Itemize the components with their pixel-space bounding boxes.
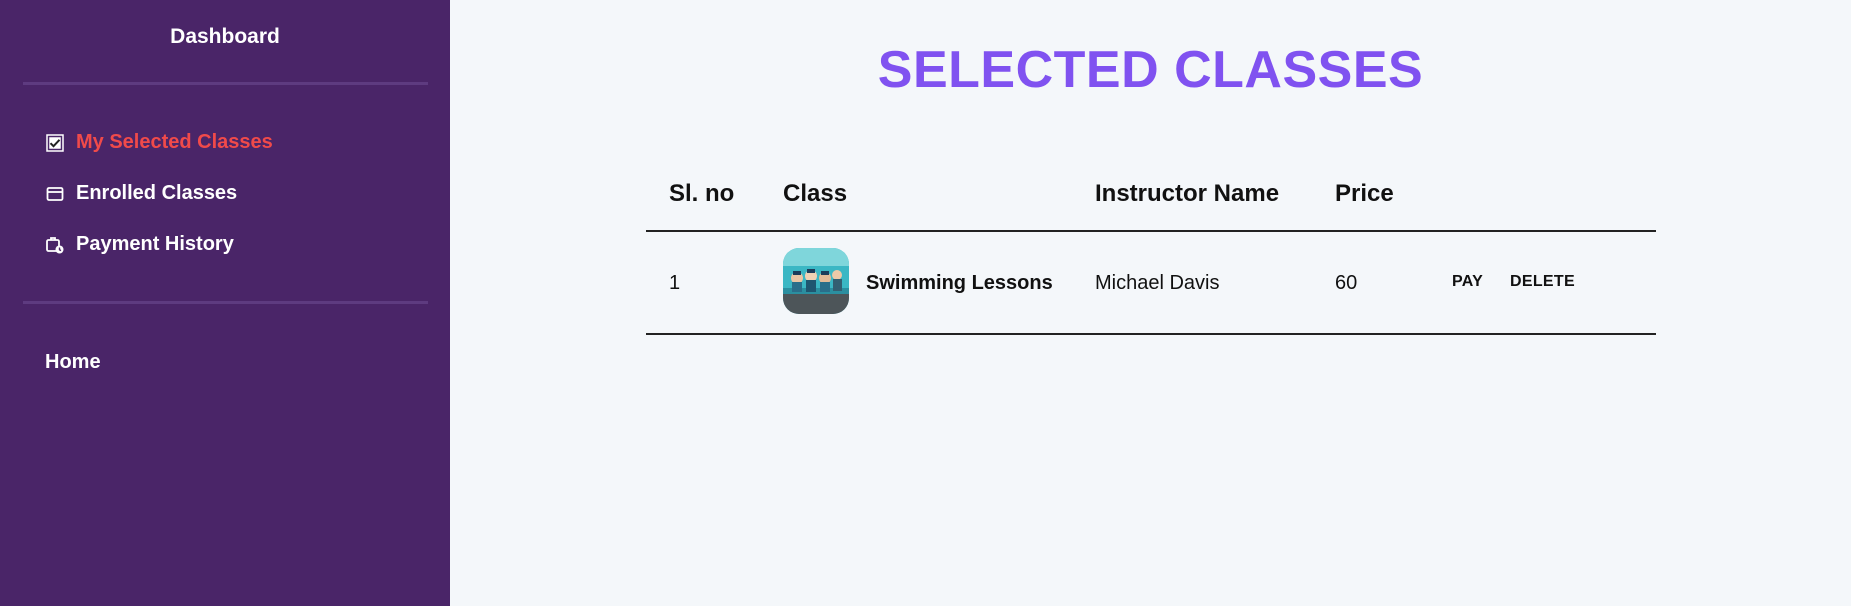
page-title: SELECTED CLASSES	[877, 41, 1424, 99]
sidebar: Dashboard My Selected Classes Enrolled C…	[0, 0, 450, 606]
column-header-instructor-name: Instructor Name	[1095, 180, 1280, 207]
sidebar-title: Dashboard	[170, 25, 280, 48]
sidebar-item-label: My Selected Classes	[76, 131, 273, 153]
column-header-price: Price	[1335, 180, 1394, 207]
checkbox-icon	[45, 133, 65, 153]
header-divider	[646, 230, 1656, 232]
column-header-sl-no: Sl. no	[669, 180, 735, 207]
column-header-class: Class	[783, 180, 848, 207]
sidebar-item-label: Payment History	[76, 233, 234, 255]
payment-history-icon	[45, 235, 65, 255]
sidebar-item-payment-history[interactable]: Payment History	[45, 233, 234, 256]
cell-class-name: Swimming Lessons	[866, 272, 1053, 294]
row-divider	[646, 333, 1656, 335]
class-thumbnail	[783, 248, 849, 314]
sidebar-item-label: Enrolled Classes	[76, 182, 238, 204]
sidebar-item-enrolled-classes[interactable]: Enrolled Classes	[45, 182, 237, 205]
sidebar-item-label: Home	[45, 351, 101, 373]
pay-button[interactable]: PAY	[1452, 273, 1483, 291]
card-icon	[45, 184, 65, 204]
cell-instructor-name: Michael Davis	[1095, 272, 1220, 294]
sidebar-divider	[23, 82, 428, 85]
cell-price: 60	[1335, 272, 1358, 294]
sidebar-item-home[interactable]: Home	[45, 351, 101, 374]
cell-sl-no: 1	[669, 272, 681, 294]
sidebar-item-my-selected-classes[interactable]: My Selected Classes	[45, 131, 273, 154]
delete-button[interactable]: DELETE	[1510, 273, 1575, 291]
sidebar-divider	[23, 301, 428, 304]
